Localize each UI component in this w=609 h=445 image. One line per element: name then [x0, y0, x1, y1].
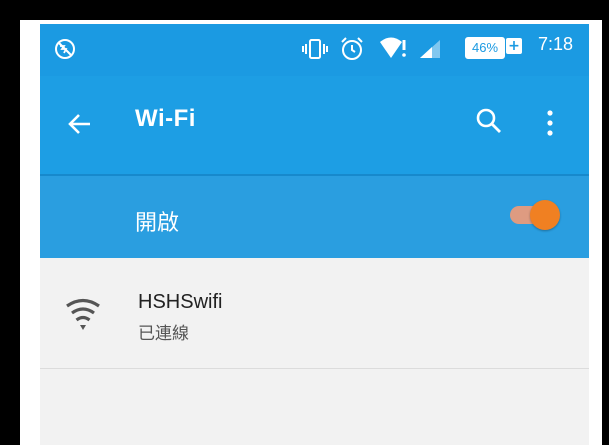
status-bar: 46% + 7:18: [40, 24, 589, 76]
charging-icon: +: [506, 38, 522, 54]
frame-inner-left: [20, 20, 40, 445]
frame-left: [0, 0, 20, 445]
app-bar: Wi-Fi: [40, 76, 589, 174]
alarm-icon: [341, 37, 363, 60]
frame-right: [602, 0, 609, 445]
arrow-back-icon[interactable]: [62, 106, 98, 142]
phone-screen: 46% + 7:18 Wi-Fi 開啟 HSHSwifi 已連線: [40, 24, 589, 445]
vibrate-icon: [302, 39, 328, 59]
switch-label: 開啟: [135, 211, 180, 236]
more-vert-icon[interactable]: [540, 106, 560, 140]
network-status: 已連線: [138, 324, 189, 344]
wifi-master-switch-bar[interactable]: 開啟: [40, 176, 589, 258]
frame-top: [0, 0, 609, 20]
status-time: 7:18: [537, 34, 573, 54]
no-data-icon: [55, 39, 75, 59]
network-list: HSHSwifi 已連線: [40, 258, 589, 445]
network-name: HSHSwifi: [138, 291, 223, 313]
search-icon[interactable]: [472, 104, 506, 138]
battery-indicator: 46%: [465, 37, 505, 59]
toggle-thumb[interactable]: [530, 200, 560, 230]
wifi-full-icon: [66, 298, 100, 330]
divider: [40, 368, 589, 369]
page-title: Wi-Fi: [135, 105, 196, 132]
list-item[interactable]: HSHSwifi 已連線: [40, 258, 589, 368]
cell-signal-icon: [420, 40, 440, 58]
frame-inner-right: [589, 20, 602, 445]
wifi-signal-icon: [380, 37, 406, 58]
